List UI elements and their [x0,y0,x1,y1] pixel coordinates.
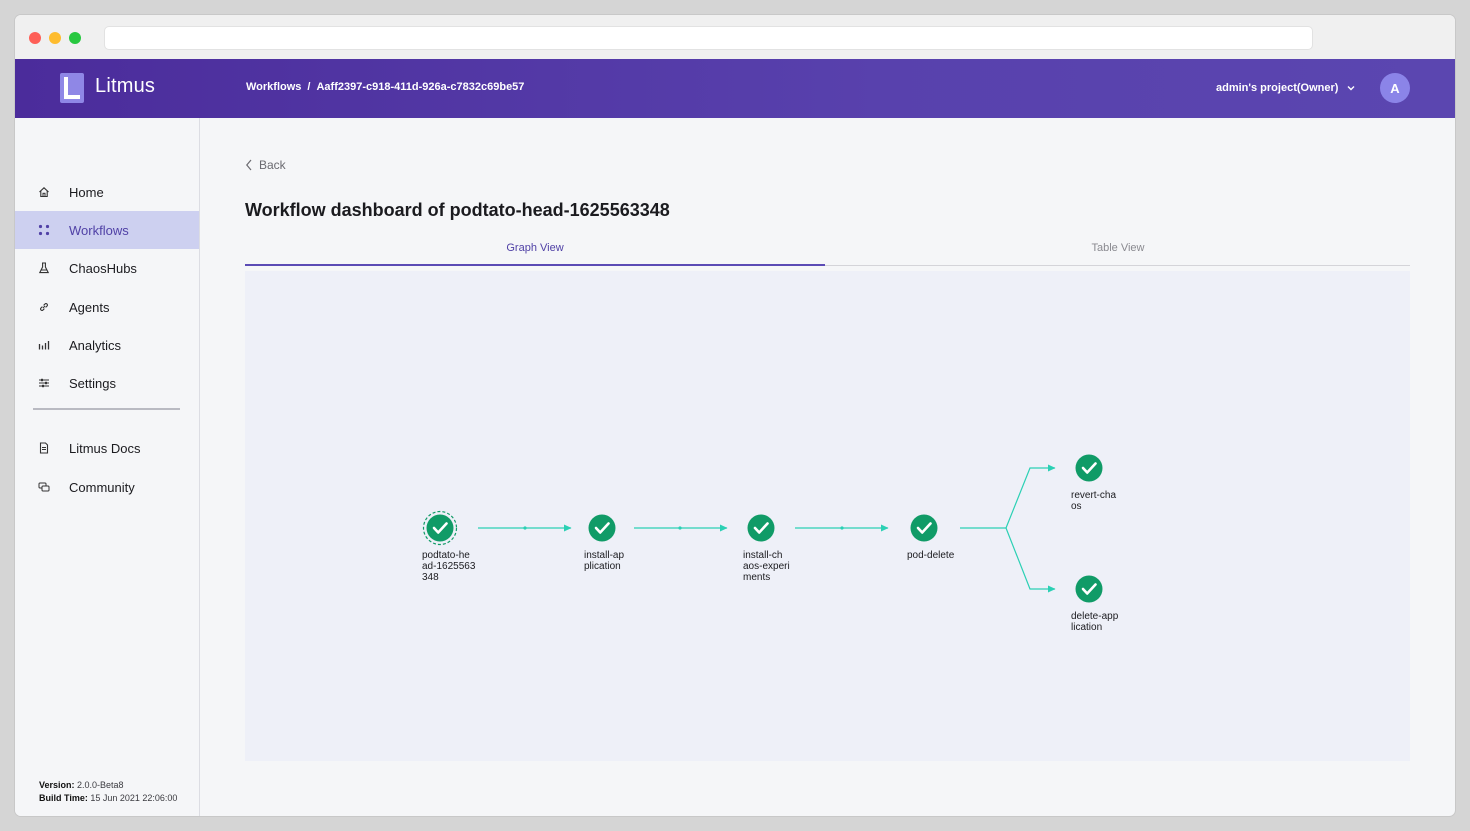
sidebar-item-community[interactable]: Community [15,468,199,506]
graph-node-label-line: revert-cha [1071,490,1117,501]
sidebar-item-label: Settings [69,375,116,391]
home-icon [37,185,51,199]
view-tabs: Graph View Table View [245,231,1410,266]
breadcrumb-current: Aaff2397-c918-411d-926a-c7832c69be57 [316,81,525,93]
browser-window: Litmus Workflows / Aaff2397-c918-411d-92… [15,15,1455,816]
graph-node-label-line: install-ch [743,550,783,561]
success-status-icon [1075,575,1103,603]
graph-edge-dot [840,526,844,530]
sidebar-item-litmus-docs[interactable]: Litmus Docs [15,429,199,467]
settings-icon [37,376,51,390]
sidebar-item-label: Home [69,184,104,200]
graph-node-label-line: ments [743,572,771,583]
sidebar-item-label: Agents [69,299,110,315]
sidebar-item-home[interactable]: Home [15,173,199,211]
version-line: Version: 2.0.0-Beta8 [39,779,177,792]
graph-node-label-line: ad-1625563 [422,561,476,572]
user-avatar[interactable]: A [1380,73,1410,103]
litmus-logo-icon [60,73,84,103]
breadcrumb-separator: / [307,81,311,93]
success-status-icon [910,514,938,542]
graph-node-label-line: pod-delete [907,550,955,561]
workflow-graph-canvas [422,454,1103,603]
address-bar[interactable] [104,26,1313,50]
graph-node-label[interactable]: revert-cha os [1071,490,1131,512]
graph-node[interactable] [1075,575,1103,603]
close-window-button[interactable] [29,32,41,44]
build-time-value: 15 Jun 2021 22:06:00 [90,793,178,803]
graph-node-label-line: lication [1071,622,1103,633]
sidebar-item-label: ChaosHubs [69,260,137,276]
graph-node-label-line: install-ap [584,550,625,561]
sidebar-item-label: Community [69,479,135,495]
minimize-window-button[interactable] [49,32,61,44]
graph-node-label-line: podtato-he [422,550,470,561]
graph-node[interactable] [1075,454,1103,482]
success-status-icon [588,514,616,542]
sidebar-item-label: Workflows [69,222,129,238]
community-icon [37,480,51,494]
version-value: 2.0.0-Beta8 [77,780,124,790]
maximize-window-button[interactable] [69,32,81,44]
graph-edge [1005,527,1056,593]
sidebar: Home Workflows ChaosHubs Agents Analytic… [15,118,200,816]
graph-edge-dot [678,526,682,530]
graph-node-label[interactable]: podtato-he ad-1625563 348 [422,550,482,583]
sidebar-item-settings[interactable]: Settings [15,364,199,402]
breadcrumb-workflows-link[interactable]: Workflows [246,81,301,93]
graph-node[interactable] [910,514,938,542]
breadcrumb: Workflows / Aaff2397-c918-411d-926a-c783… [246,81,524,93]
graph-node-label[interactable]: delete-app lication [1071,611,1131,633]
sidebar-item-label: Litmus Docs [69,440,141,456]
back-button[interactable]: Back [245,158,286,172]
back-label: Back [259,158,286,172]
sidebar-item-analytics[interactable]: Analytics [15,326,199,364]
graph-node-label[interactable]: install-ch aos-experi ments [743,550,803,583]
graph-node[interactable] [747,514,775,542]
build-time-line: Build Time: 15 Jun 2021 22:06:00 [39,792,177,805]
browser-chrome [15,15,1455,59]
success-status-icon [747,514,775,542]
analytics-icon [37,338,51,352]
sidebar-item-label: Analytics [69,337,122,353]
graph-node[interactable] [588,514,616,542]
version-label: Version: [39,780,75,790]
chevron-down-icon [1347,86,1355,91]
main-content: Back Workflow dashboard of podtato-head-… [200,118,1455,816]
graph-node-label[interactable]: install-ap plication [584,550,644,572]
app-name[interactable]: Litmus [95,75,155,98]
sidebar-item-chaoshubs[interactable]: ChaosHubs [15,249,199,287]
tab-table-view[interactable]: Table View [828,231,1408,265]
graph-node-label-line: os [1071,501,1082,512]
workflow-graph[interactable]: podtato-he ad-1625563 348 install-ap plicati… [245,271,1410,761]
graph-node[interactable] [422,510,458,546]
graph-node-label-line: plication [584,561,621,572]
sidebar-item-agents[interactable]: Agents [15,288,199,326]
version-info: Version: 2.0.0-Beta8 Build Time: 15 Jun … [39,779,177,805]
page-title: Workflow dashboard of podtato-head-16255… [245,200,670,220]
document-icon [37,441,51,455]
flask-icon [37,261,51,275]
graph-node-label-line: aos-experi [743,561,790,572]
project-name: admin's project(Owner) [1216,82,1339,94]
sidebar-divider [33,408,180,410]
graph-edge [960,464,1056,529]
success-status-icon [1075,454,1103,482]
graph-node-label-line: delete-app [1071,611,1119,622]
graph-edge-dot [523,526,527,530]
top-navbar: Litmus Workflows / Aaff2397-c918-411d-92… [15,59,1455,118]
build-time-label: Build Time: [39,793,88,803]
chevron-left-icon [246,159,252,171]
success-status-icon [426,514,454,542]
workflows-icon [37,223,51,237]
project-selector[interactable]: admin's project(Owner) [1216,82,1356,94]
graph-node-label[interactable]: pod-delete [907,550,977,561]
link-icon [37,300,51,314]
graph-node-label-line: 348 [422,572,439,583]
sidebar-item-workflows[interactable]: Workflows [15,211,199,249]
tab-graph-view[interactable]: Graph View [245,231,825,266]
